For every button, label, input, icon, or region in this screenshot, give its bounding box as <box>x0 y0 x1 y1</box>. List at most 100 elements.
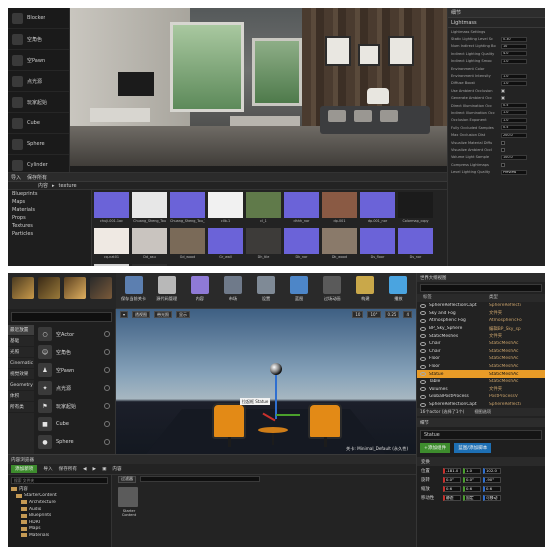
asset-tile[interactable]: Fb_fab <box>132 264 167 266</box>
asset-tile[interactable]: dhhh_nor <box>284 192 319 225</box>
asset-tile[interactable]: dp-001 <box>322 192 357 225</box>
outliner-col-type[interactable]: 类型 <box>489 294 498 302</box>
geometry-icon[interactable] <box>90 277 112 299</box>
tree-folder[interactable]: Maps <box>8 198 91 206</box>
property-value[interactable]: 1.0 <box>501 110 527 116</box>
modes-actor-item[interactable]: ♟ 空Pawn <box>36 361 116 379</box>
asset-tile[interactable]: Dk_wood <box>322 228 357 261</box>
asset-tile[interactable]: dp-001_nor <box>360 192 395 225</box>
help-icon[interactable] <box>104 439 110 445</box>
eye-icon[interactable] <box>420 318 426 323</box>
asset-tile[interactable]: Ds_nor <box>398 228 433 261</box>
lightmass-section[interactable]: Lightmass <box>448 18 545 28</box>
transform-z-field[interactable]: -90° <box>483 476 501 483</box>
breadcrumb-content[interactable]: 内容 <box>38 182 48 189</box>
transform-z-field[interactable]: 可移动 <box>483 494 501 501</box>
breadcrumb-content[interactable]: 内容 <box>112 466 121 472</box>
outliner-search-input[interactable] <box>420 284 542 292</box>
property-value[interactable]: 100.0 <box>501 154 527 160</box>
transform-y-field[interactable]: 固定 <box>463 494 481 501</box>
property-value[interactable]: 0.5 <box>501 125 527 131</box>
property-value[interactable]: 0.30 <box>501 36 527 42</box>
outliner-col-label[interactable]: 标签 <box>423 294 489 302</box>
property-checkbox[interactable] <box>501 147 505 152</box>
tree-folder[interactable]: Blueprints <box>8 512 111 519</box>
tree-folder[interactable]: Textures <box>8 222 91 230</box>
import-button[interactable]: 导入 <box>11 174 21 181</box>
transform-z-field[interactable]: 102.0 <box>483 467 501 474</box>
transform-x-field[interactable]: 静态 <box>443 494 461 501</box>
property-checkbox[interactable] <box>501 88 505 93</box>
outliner-row[interactable]: StaticMeshes 文件夹 <box>417 332 545 340</box>
toolbar-button[interactable]: 播放 <box>385 276 412 305</box>
outliner-row[interactable]: Volumes 文件夹 <box>417 386 545 394</box>
asset-tile[interactable]: Chuang_Sheng_Tou <box>132 192 167 225</box>
modes-search-input[interactable] <box>11 312 112 322</box>
modes-actor-item[interactable]: ○ 空Actor <box>36 325 116 343</box>
place-actor-item[interactable]: 玩家起始 <box>8 92 69 113</box>
transform-x-field[interactable]: 0.0° <box>443 476 461 483</box>
eye-icon[interactable] <box>420 334 426 339</box>
property-value[interactable]: 10 <box>501 43 527 49</box>
modes-category[interactable]: 体积 <box>8 391 34 402</box>
tree-folder[interactable]: 内容 <box>8 486 111 493</box>
tree-folder[interactable]: Maps <box>8 526 111 533</box>
toolbar-button[interactable]: 保存当前关卡 <box>120 276 147 305</box>
modes-category[interactable]: 所有类 <box>8 402 34 413</box>
save-all-button[interactable]: 保存所有 <box>27 174 47 181</box>
transform-y-field[interactable]: 1.0 <box>463 467 481 474</box>
tree-folder[interactable]: Blueprints <box>8 190 91 198</box>
outliner-row[interactable]: Table StaticMeshAc <box>417 378 545 386</box>
modes-actor-item[interactable]: ⚑ 玩家起始 <box>36 397 116 415</box>
outliner-row[interactable]: Chair StaticMeshAc <box>417 348 545 356</box>
scene-chair-right[interactable] <box>308 403 342 439</box>
transform-z-field[interactable]: 0.6 <box>483 485 501 492</box>
asset-tile[interactable]: cl_1 <box>246 192 281 225</box>
property-value[interactable]: Preview <box>501 169 527 175</box>
place-actor-item[interactable]: Blocker <box>8 8 69 29</box>
property-value[interactable]: 1.0 <box>501 80 527 86</box>
rotation-snap-value[interactable]: 10° <box>367 311 381 318</box>
outliner-row[interactable]: Atmospheric Fog AtmosphericFo <box>417 317 545 325</box>
help-icon[interactable] <box>104 367 110 373</box>
tree-folder[interactable]: Materials <box>8 206 91 214</box>
outliner-row[interactable]: GlobalPostProcess PostProcessV <box>417 393 545 401</box>
outliner-row[interactable]: Floor StaticMeshAc <box>417 363 545 371</box>
outliner-row[interactable]: Chair StaticMeshAc <box>417 340 545 348</box>
filter-button[interactable]: 过滤器 <box>118 475 136 483</box>
tree-folder[interactable]: StarterContent <box>8 493 111 500</box>
scale-snap-value[interactable]: 0.25 <box>384 311 400 318</box>
modes-category[interactable]: 最近放置 <box>8 325 34 336</box>
eye-icon[interactable] <box>420 379 426 384</box>
foliage-icon[interactable] <box>64 277 86 299</box>
import-button[interactable]: 导入 <box>43 466 52 472</box>
outliner-row[interactable]: SphereReflectionCapt SphereReflecti <box>417 302 545 310</box>
camera-speed-value[interactable]: 4 <box>403 311 412 318</box>
gizmo-y-axis[interactable] <box>276 414 300 416</box>
tree-folder[interactable]: Particles <box>8 230 91 238</box>
scene-chair-left[interactable] <box>212 403 246 439</box>
gizmo-z-axis[interactable] <box>275 375 277 419</box>
place-actor-item[interactable]: Sphere <box>8 134 69 155</box>
eye-icon[interactable] <box>420 349 426 354</box>
add-new-button[interactable]: 添加新项 <box>11 465 38 473</box>
property-checkbox[interactable] <box>501 162 505 167</box>
eye-icon[interactable] <box>420 387 426 392</box>
modes-category[interactable]: Geometry <box>8 380 34 391</box>
asset-tile[interactable]: Ds_floor <box>360 228 395 261</box>
toolbar-button[interactable]: 内容 <box>186 276 213 305</box>
modes-category[interactable]: 光照 <box>8 347 34 358</box>
asset-tile[interactable]: Dk_nor <box>284 228 319 261</box>
eye-icon[interactable] <box>420 402 426 407</box>
level-viewport[interactable]: ▾ 透视图 带光照 显示 10 10° 0.25 4 拉起框 Statue 关卡… <box>116 309 416 454</box>
help-icon[interactable] <box>104 385 110 391</box>
help-icon[interactable] <box>104 403 110 409</box>
tree-folder[interactable]: HDRI <box>8 519 111 526</box>
asset-tile[interactable]: Dh_tile <box>246 228 281 261</box>
eye-icon[interactable] <box>420 356 426 361</box>
eye-icon[interactable] <box>420 341 426 346</box>
help-icon[interactable] <box>104 349 110 355</box>
tree-folder[interactable]: Props <box>8 214 91 222</box>
outliner-row[interactable]: Statue StaticMeshAc <box>417 370 545 378</box>
modes-actor-item[interactable]: ● Sphere <box>36 433 116 451</box>
